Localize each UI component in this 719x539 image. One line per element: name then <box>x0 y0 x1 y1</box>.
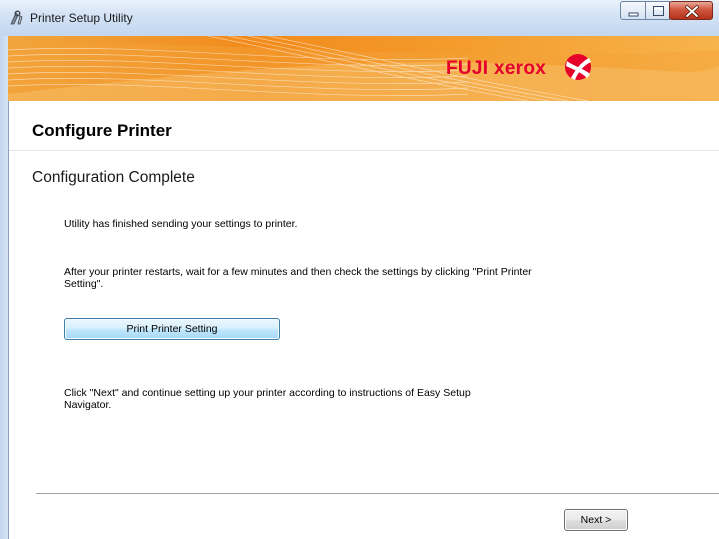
brand-wordmark: FUJI xerox <box>446 58 547 79</box>
status-message: Utility has finished sending your settin… <box>64 218 298 230</box>
heading-divider <box>9 150 719 151</box>
minimize-button[interactable] <box>620 1 646 20</box>
xerox-sphere-icon <box>563 52 593 87</box>
title-bar[interactable]: Printer Setup Utility <box>0 0 719 36</box>
print-printer-setting-button[interactable]: Print Printer Setting <box>64 318 280 340</box>
footer-divider <box>36 493 719 494</box>
page-title: Configure Printer <box>32 121 172 140</box>
window-frame-left <box>0 36 8 539</box>
next-button[interactable]: Next > <box>564 509 628 531</box>
maximize-button[interactable] <box>645 1 670 20</box>
window-title: Printer Setup Utility <box>30 11 133 25</box>
brand-logo: FUJI xerox <box>446 52 596 86</box>
content-left-border <box>8 101 9 539</box>
printer-utility-icon <box>8 10 24 26</box>
fuji-xerox-banner: FUJI xerox <box>8 36 719 101</box>
next-instructions: Click "Next" and continue setting up you… <box>64 387 471 411</box>
page-subtitle: Configuration Complete <box>32 169 195 186</box>
close-button[interactable] <box>669 1 713 20</box>
setup-window: Printer Setup Utility FUJI xerox Configu… <box>0 0 719 539</box>
restart-instructions: After your printer restarts, wait for a … <box>64 266 532 290</box>
